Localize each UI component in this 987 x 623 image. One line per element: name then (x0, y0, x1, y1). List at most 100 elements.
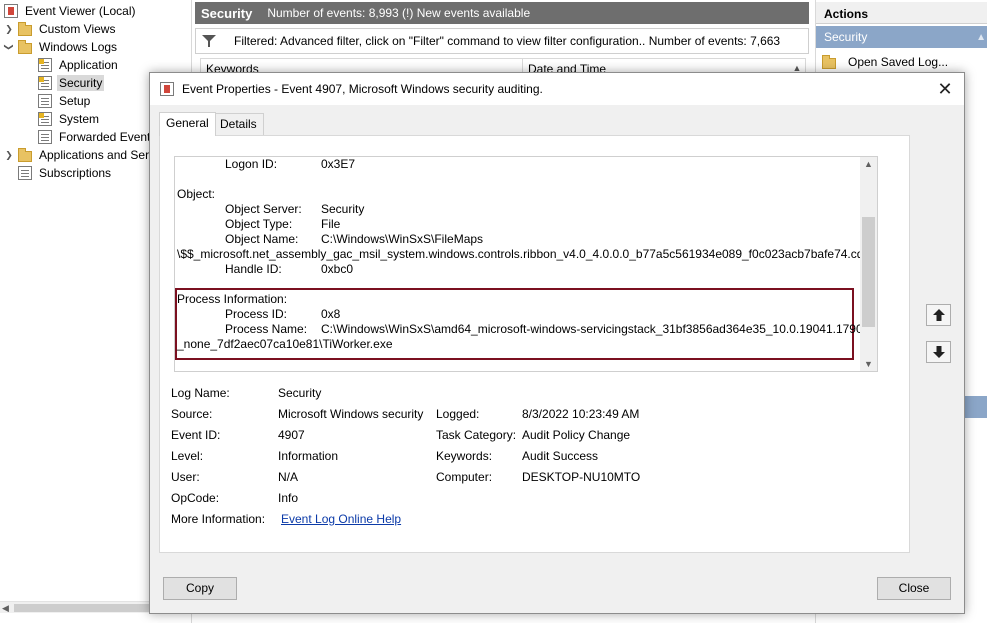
handle-id-value: 0xbc0 (321, 262, 354, 276)
scroll-left-icon[interactable]: ◀ (2, 602, 9, 614)
object-name-continuation: \$$_microsoft.net_assembly_gac_msil_syst… (177, 247, 861, 261)
object-type-value: File (321, 217, 341, 231)
close-button[interactable]: Close (877, 577, 951, 600)
source-value: Microsoft Windows security (278, 407, 424, 421)
tree-item-label: Subscriptions (39, 166, 112, 180)
tree-item-label: Forwarded Events (59, 130, 157, 144)
user-label: User: (171, 470, 200, 484)
folder-icon (18, 147, 32, 162)
arrow-up-icon (932, 309, 945, 321)
tree-item-system[interactable]: System (38, 110, 101, 128)
object-name-label: Object Name: (225, 232, 299, 246)
object-name-value: C:\Windows\WinSxS\FileMaps (321, 232, 484, 246)
dialog-title: Event Properties - Event 4907, Microsoft… (182, 82, 543, 96)
scrollbar-thumb[interactable] (14, 604, 154, 612)
tree-item-application[interactable]: Application (38, 56, 120, 74)
task-category-value: Audit Policy Change (522, 428, 631, 442)
object-heading: Object: (177, 187, 216, 201)
object-server-value: Security (321, 202, 365, 216)
tree-item-label: Event Viewer (Local) (25, 4, 136, 18)
tree-item-subscriptions[interactable]: Subscriptions (18, 164, 113, 182)
event-description-box[interactable]: Logon ID: 0x3E7 Object: Object Server: S… (174, 156, 878, 372)
tree-item-label: Custom Views (39, 22, 116, 36)
log-icon (38, 112, 52, 126)
filter-bar: Filtered: Advanced filter, click on "Fil… (195, 28, 809, 54)
event-description-text: Logon ID: 0x3E7 Object: Object Server: S… (175, 157, 861, 371)
tree-item-custom-views[interactable]: ❯ Custom Views (4, 20, 117, 38)
tree-item-forwarded-events[interactable]: Forwarded Events (38, 128, 158, 146)
tree-item-label: Application (59, 58, 118, 72)
events-pane-header: Security Number of events: 8,993 (!) New… (195, 2, 809, 24)
tree-item-label: System (59, 112, 100, 126)
tab-general[interactable]: General (159, 112, 216, 136)
folder-icon (18, 39, 32, 54)
process-information-heading: Process Information: (177, 292, 288, 306)
process-id-value: 0x8 (321, 307, 341, 321)
logged-value: 8/3/2022 10:23:49 AM (522, 407, 640, 421)
task-category-label: Task Category: (436, 428, 517, 442)
collapse-icon[interactable]: ❯ (4, 42, 15, 52)
opcode-value: Info (278, 491, 299, 505)
user-value: N/A (278, 470, 299, 484)
tree-item-setup[interactable]: Setup (38, 92, 92, 110)
tab-details[interactable]: Details (213, 113, 264, 135)
action-open-saved-log[interactable]: Open Saved Log... (822, 52, 986, 72)
event-viewer-icon (160, 82, 174, 96)
log-icon (38, 130, 52, 144)
filter-icon (202, 35, 216, 47)
tree-item-windows-logs[interactable]: ❯ Windows Logs (4, 38, 119, 56)
action-label: Open Saved Log... (848, 55, 949, 69)
folder-icon (18, 21, 32, 36)
process-name-value: C:\Windows\WinSxS\amd64_microsoft-window… (321, 322, 861, 336)
tree-item-event-viewer[interactable]: Event Viewer (Local) (4, 2, 138, 20)
subscriptions-icon (18, 166, 32, 180)
computer-value: DESKTOP-NU10MTO (522, 470, 641, 484)
process-id-label: Process ID: (225, 307, 288, 321)
actions-section-security[interactable]: Security ▲ (816, 26, 987, 48)
expand-icon[interactable]: ❯ (4, 24, 14, 34)
event-properties-dialog: Event Properties - Event 4907, Microsoft… (149, 72, 965, 614)
tree-item-security[interactable]: Security (38, 74, 105, 92)
scroll-down-icon[interactable]: ▼ (860, 357, 877, 371)
description-vertical-scrollbar[interactable]: ▲ ▼ (860, 157, 877, 371)
level-label: Level: (171, 449, 204, 463)
tree-item-label: Windows Logs (39, 40, 118, 54)
logon-id-label: Logon ID: (225, 157, 278, 171)
general-tab-panel: Logon ID: 0x3E7 Object: Object Server: S… (159, 135, 910, 553)
event-id-label: Event ID: (171, 428, 221, 442)
process-name-label: Process Name: (225, 322, 308, 336)
logged-label: Logged: (436, 407, 480, 421)
event-id-value: 4907 (278, 428, 305, 442)
next-event-button[interactable] (926, 341, 951, 363)
filter-text: Filtered: Advanced filter, click on "Fil… (234, 34, 781, 48)
event-log-online-help-link[interactable]: Event Log Online Help (281, 512, 401, 526)
log-icon (38, 58, 52, 72)
opcode-label: OpCode: (171, 491, 220, 505)
log-name-value: Security (278, 386, 322, 400)
close-icon[interactable]: ✕ (934, 79, 956, 99)
keywords-value: Audit Success (522, 449, 599, 463)
log-icon (38, 94, 52, 108)
previous-event-button[interactable] (926, 304, 951, 326)
scroll-up-icon[interactable]: ▲ (860, 157, 877, 171)
logon-id-value: 0x3E7 (321, 157, 356, 171)
actions-header: Actions (816, 2, 987, 24)
expand-icon[interactable]: ❯ (4, 150, 14, 160)
tree-item-applications-services[interactable]: ❯ Applications and Serv (4, 146, 157, 164)
scrollbar-thumb[interactable] (862, 217, 875, 327)
tree-item-label: Applications and Serv (39, 148, 156, 162)
tree-item-label: Setup (59, 94, 91, 108)
copy-button[interactable]: Copy (163, 577, 237, 600)
collapse-section-icon[interactable]: ▲ (976, 32, 986, 43)
object-server-label: Object Server: (225, 202, 302, 216)
dialog-title-bar: Event Properties - Event 4907, Microsoft… (150, 73, 964, 105)
log-name-label: Log Name: (171, 386, 230, 400)
handle-id-label: Handle ID: (225, 262, 282, 276)
log-title: Security (201, 5, 253, 21)
event-viewer-icon (4, 4, 18, 18)
computer-label: Computer: (436, 470, 493, 484)
arrow-down-icon (932, 346, 945, 358)
open-folder-icon (822, 54, 836, 69)
event-count: Number of events: 8,993 (!) New events a… (267, 6, 531, 20)
log-icon (38, 76, 52, 90)
